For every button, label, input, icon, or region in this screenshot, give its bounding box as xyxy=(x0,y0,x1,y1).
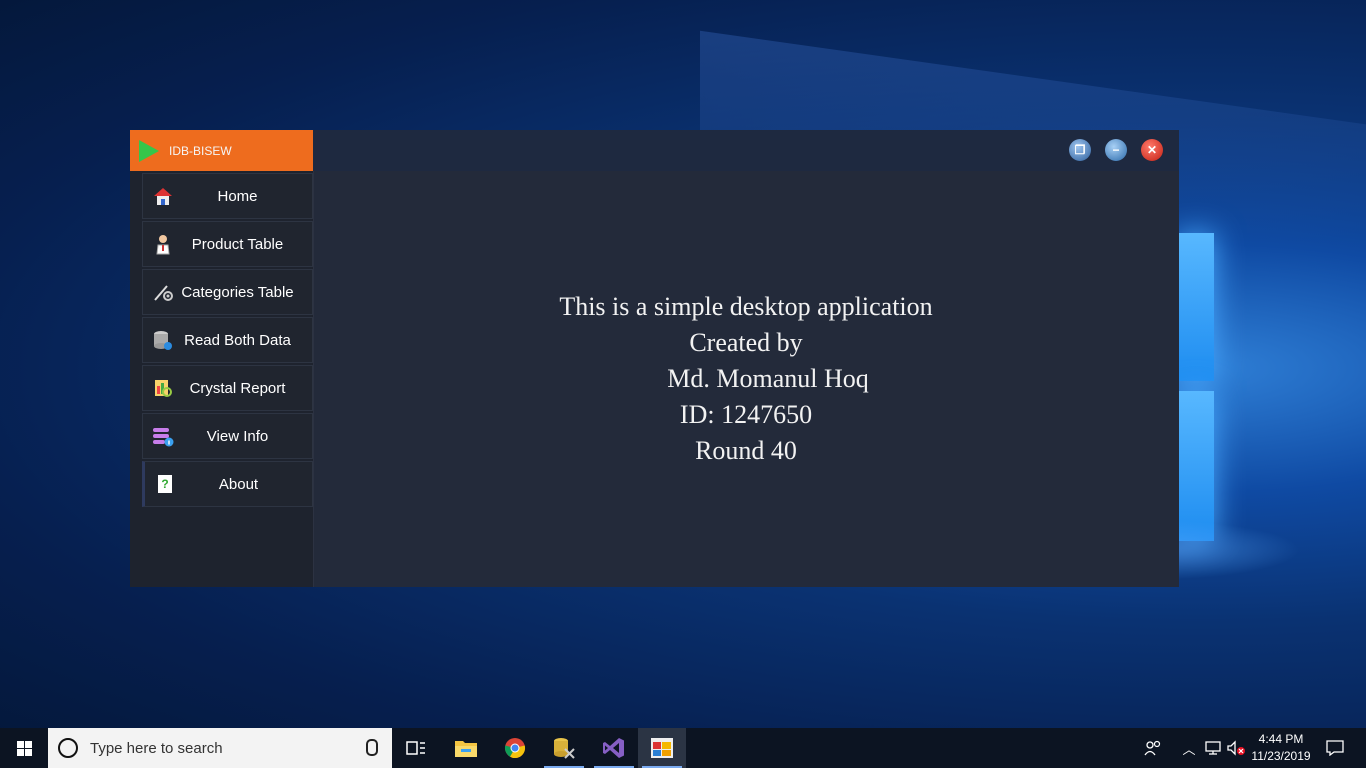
nav-item-about[interactable]: ? About xyxy=(142,461,313,507)
task-view-icon xyxy=(406,741,425,755)
nav-item-read-both-data[interactable]: Read Both Data xyxy=(142,317,313,363)
windows-icon xyxy=(16,740,32,756)
house-icon xyxy=(151,184,175,208)
show-hidden-icons-button[interactable]: ︿ xyxy=(1178,728,1200,768)
about-line-id: ID: 1247650 xyxy=(679,400,813,429)
taskbar-search[interactable] xyxy=(48,728,392,768)
chevron-up-icon: ︿ xyxy=(1182,741,1196,757)
taskbar: ︿ 4:44 PM 11/23/2019 xyxy=(0,728,1366,768)
cortana-icon xyxy=(58,738,78,758)
sidebar: IDB-BISEW Home Product Table Categories … xyxy=(130,130,314,587)
start-button[interactable] xyxy=(0,728,48,768)
play-icon xyxy=(139,139,159,162)
network-icon xyxy=(1205,741,1221,755)
about-line-author: Md. Momanul Hoq xyxy=(667,364,869,393)
sql-tools-button[interactable] xyxy=(540,728,588,768)
minimize-icon: − xyxy=(1112,143,1120,157)
clock-time: 4:44 PM xyxy=(1258,732,1304,746)
about-text: This is a simple desktop application Cre… xyxy=(313,289,1179,469)
volume-button[interactable] xyxy=(1224,728,1248,768)
nav-item-product-table[interactable]: Product Table xyxy=(142,221,313,267)
brand-header: IDB-BISEW xyxy=(130,130,313,171)
app-title: IDB-BISEW xyxy=(169,143,232,158)
chrome-icon xyxy=(504,738,526,759)
network-button[interactable] xyxy=(1202,728,1224,768)
tools-icon xyxy=(151,280,175,304)
file-explorer-button[interactable] xyxy=(442,728,490,768)
info-stack-icon xyxy=(151,424,175,448)
people-icon xyxy=(1144,740,1161,756)
nav-item-categories-table[interactable]: Categories Table xyxy=(142,269,313,315)
visual-studio-button[interactable] xyxy=(590,728,638,768)
report-icon xyxy=(151,376,175,400)
sql-tools-icon xyxy=(554,738,575,759)
about-line-created-by: Created by xyxy=(689,328,803,357)
svg-text:?: ? xyxy=(161,477,168,491)
task-view-button[interactable] xyxy=(392,728,440,768)
search-input[interactable] xyxy=(88,738,352,758)
restore-icon: ❐ xyxy=(1074,143,1086,157)
clock[interactable]: 4:44 PM 11/23/2019 xyxy=(1246,731,1316,765)
app-window-icon xyxy=(651,738,673,758)
volume-muted-icon xyxy=(1227,740,1245,756)
close-icon: ✕ xyxy=(1146,143,1158,157)
minimize-button[interactable]: − xyxy=(1105,139,1127,161)
visual-studio-icon xyxy=(603,738,624,758)
person-icon xyxy=(151,232,175,256)
nav-menu: Home Product Table Categories Table Read… xyxy=(142,173,313,507)
clock-date: 11/23/2019 xyxy=(1251,749,1311,763)
content-panel: This is a simple desktop application Cre… xyxy=(313,171,1179,587)
notification-icon xyxy=(1326,740,1344,756)
microphone-icon[interactable] xyxy=(366,739,378,756)
about-line-round: Round 40 xyxy=(695,436,797,465)
chrome-button[interactable] xyxy=(491,728,539,768)
people-button[interactable] xyxy=(1140,728,1166,768)
action-center-button[interactable] xyxy=(1320,728,1350,768)
restore-button[interactable]: ❐ xyxy=(1069,139,1091,161)
database-icon xyxy=(151,328,175,352)
file-explorer-icon xyxy=(455,741,477,757)
about-line-description: This is a simple desktop application xyxy=(559,292,933,321)
nav-item-view-info[interactable]: View Info xyxy=(142,413,313,459)
close-button[interactable]: ✕ xyxy=(1141,139,1163,161)
app-window: IDB-BISEW Home Product Table Categories … xyxy=(130,130,1179,587)
help-document-icon: ? xyxy=(153,472,177,496)
nav-item-crystal-report[interactable]: Crystal Report xyxy=(142,365,313,411)
nav-item-home[interactable]: Home xyxy=(142,173,313,219)
app-window-button[interactable] xyxy=(638,728,686,768)
title-bar: ❐ − ✕ xyxy=(313,130,1179,171)
